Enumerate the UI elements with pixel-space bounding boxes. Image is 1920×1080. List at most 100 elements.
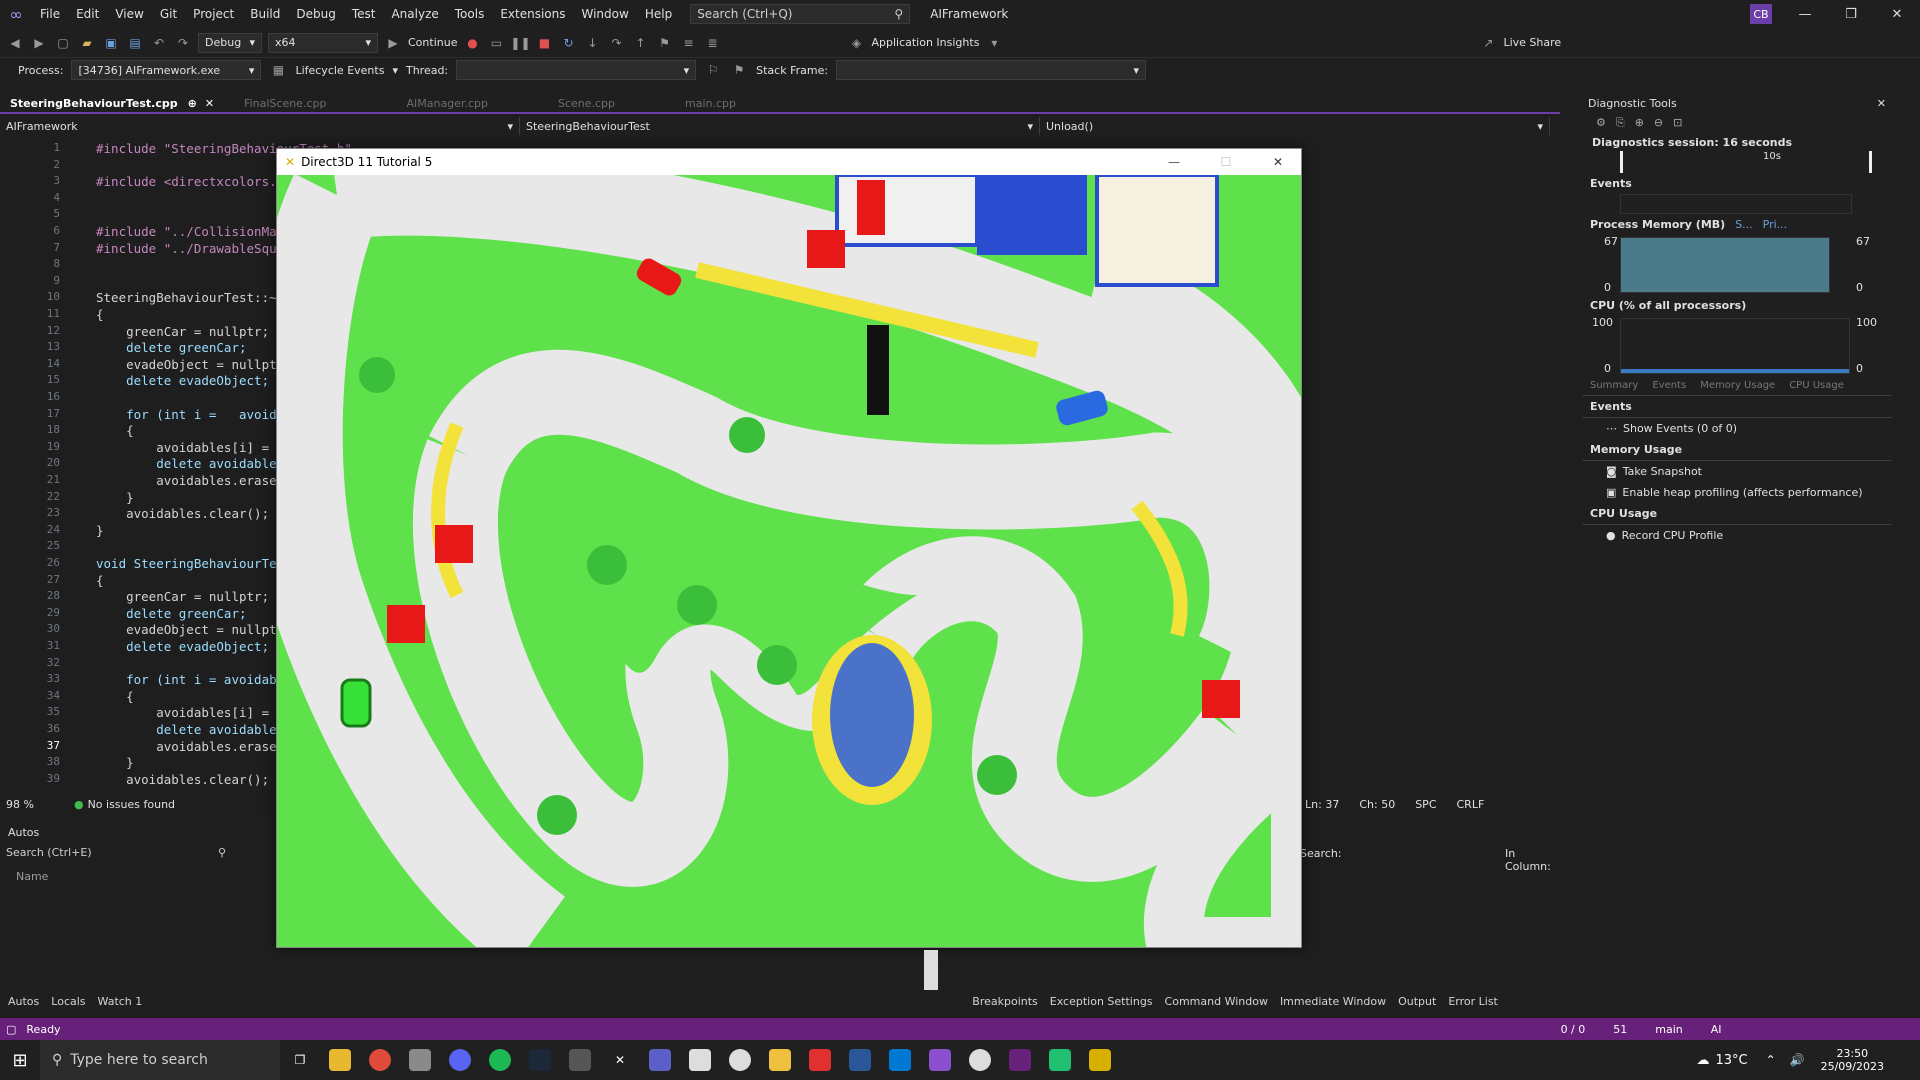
restore-icon[interactable]: ❐	[1828, 0, 1874, 28]
close-icon[interactable]: ✕	[1877, 97, 1886, 110]
comment-icon[interactable]: ≡	[679, 34, 697, 52]
visual-studio-icon[interactable]	[1000, 1040, 1040, 1080]
game-window-titlebar[interactable]: ✕ Direct3D 11 Tutorial 5 — ☐ ✕	[277, 149, 1301, 175]
step-into-icon[interactable]: ↓	[583, 34, 601, 52]
chrome-icon[interactable]	[360, 1040, 400, 1080]
tab-finalscene[interactable]: FinalScene.cpp	[234, 93, 336, 113]
code-line[interactable]: {	[96, 573, 104, 588]
app-icon[interactable]	[400, 1040, 440, 1080]
taskbar-search[interactable]: ⚲ Type here to search	[40, 1040, 280, 1080]
play-icon[interactable]: ▶	[384, 34, 402, 52]
line-ending[interactable]: CRLF	[1457, 798, 1485, 811]
task-view-icon[interactable]: ❐	[280, 1040, 320, 1080]
code-line[interactable]: }	[96, 523, 104, 538]
project-dropdown[interactable]: AIFramework ▾	[0, 117, 520, 135]
search-box[interactable]: Search (Ctrl+Q) ⚲	[690, 4, 911, 24]
undo-icon[interactable]: ↶	[150, 34, 168, 52]
forward-icon[interactable]: ▶	[30, 34, 48, 52]
code-line[interactable]: evadeObject = nullpt	[96, 357, 277, 372]
code-line[interactable]: }	[96, 490, 134, 505]
fire-icon[interactable]: ●	[463, 34, 481, 52]
diag-timeline[interactable]: 10s	[1620, 151, 1872, 173]
reset-zoom-icon[interactable]: ⊡	[1673, 116, 1682, 130]
save-icon[interactable]: ▣	[102, 34, 120, 52]
app-insights-button[interactable]: Application Insights	[871, 36, 979, 49]
show-events-button[interactable]: ⋯ Show Events (0 of 0)	[1582, 418, 1892, 439]
zoom-out-icon[interactable]: ⊖	[1654, 116, 1663, 130]
filter-icon[interactable]: ⚐	[704, 61, 722, 79]
name-column-header[interactable]: Name	[16, 870, 48, 883]
back-icon[interactable]: ◀	[6, 34, 24, 52]
tab-immediate-window[interactable]: Immediate Window	[1280, 995, 1386, 1008]
menu-analyze[interactable]: Analyze	[383, 7, 446, 21]
member-dropdown[interactable]: Unload() ▾	[1040, 117, 1550, 135]
tab-events[interactable]: Events	[1652, 380, 1686, 391]
gear-icon[interactable]: ⚙	[1596, 116, 1606, 130]
app-purple-icon[interactable]	[920, 1040, 960, 1080]
code-line[interactable]: avoidables.erase	[96, 473, 276, 488]
minimize-icon[interactable]: —	[1151, 155, 1197, 169]
weather-icon[interactable]: ☁	[1696, 1053, 1709, 1068]
code-line[interactable]: for (int i = avoida	[96, 407, 284, 422]
menu-edit[interactable]: Edit	[68, 7, 107, 21]
tab-breakpoints[interactable]: Breakpoints	[972, 995, 1038, 1008]
pin-icon[interactable]: ⊕	[188, 97, 197, 110]
tab-command-window[interactable]: Command Window	[1165, 995, 1268, 1008]
tab-cpu-usage[interactable]: CPU Usage	[1789, 380, 1844, 391]
tab-memory-usage[interactable]: Memory Usage	[1700, 380, 1775, 391]
menu-project[interactable]: Project	[185, 7, 242, 21]
race-track-canvas[interactable]	[277, 175, 1301, 947]
menu-debug[interactable]: Debug	[288, 7, 343, 21]
live-share-icon[interactable]: ↗	[1479, 34, 1497, 52]
menu-extensions[interactable]: Extensions	[492, 7, 573, 21]
heap-profiling-button[interactable]: ▣ Enable heap profiling (affects performa…	[1582, 482, 1892, 503]
code-line[interactable]: delete avoidable	[96, 456, 276, 471]
tab-watch[interactable]: Watch 1	[98, 995, 143, 1008]
tray-chevron-icon[interactable]: ⌃	[1766, 1053, 1776, 1067]
tab-error-list[interactable]: Error List	[1448, 995, 1498, 1008]
code-line[interactable]: {	[96, 307, 104, 322]
menu-window[interactable]: Window	[574, 7, 637, 21]
code-line[interactable]: #include "../CollisionMa	[96, 224, 277, 239]
calculator-icon[interactable]	[560, 1040, 600, 1080]
unity-icon[interactable]	[680, 1040, 720, 1080]
menu-test[interactable]: Test	[344, 7, 384, 21]
resize-handle[interactable]	[924, 950, 938, 990]
continue-button[interactable]: Continue	[408, 36, 457, 49]
process-dropdown[interactable]: [34736] AIFramework.exe ▾	[71, 60, 262, 80]
close-icon[interactable]: ✕	[1255, 155, 1301, 169]
menu-tools[interactable]: Tools	[447, 7, 493, 21]
code-line[interactable]: avoidables.clear();	[96, 506, 269, 521]
menu-file[interactable]: File	[32, 7, 68, 21]
issues-status[interactable]: No issues found	[88, 798, 175, 811]
code-line[interactable]: greenCar = nullptr;	[96, 324, 269, 339]
code-line[interactable]: #include <directxcolors.	[96, 174, 277, 189]
close-icon[interactable]: ✕	[205, 97, 214, 110]
volume-icon[interactable]: 🔊	[1790, 1053, 1805, 1067]
save-all-icon[interactable]: ▤	[126, 34, 144, 52]
autos-search-input[interactable]: Search (Ctrl+E) ⚲	[6, 846, 226, 864]
code-line[interactable]: SteeringBehaviourTest::~	[96, 290, 277, 305]
config-dropdown[interactable]: Debug ▾	[198, 32, 262, 53]
code-line[interactable]: greenCar = nullptr;	[96, 589, 269, 604]
word-icon[interactable]	[840, 1040, 880, 1080]
code-line[interactable]: {	[96, 423, 134, 438]
minimize-icon[interactable]: —	[1782, 0, 1828, 28]
user-avatar[interactable]: CB	[1750, 4, 1772, 24]
menu-build[interactable]: Build	[242, 7, 288, 21]
scope-dropdown[interactable]: SteeringBehaviourTest ▾	[520, 117, 1040, 135]
menu-view[interactable]: View	[107, 7, 151, 21]
open-icon[interactable]: ▰	[78, 34, 96, 52]
steam-icon[interactable]	[520, 1040, 560, 1080]
menu-git[interactable]: Git	[152, 7, 185, 21]
clock[interactable]: 23:50 25/09/2023	[1821, 1047, 1884, 1073]
branch-name[interactable]: main	[1655, 1023, 1682, 1036]
redo-icon[interactable]: ↷	[174, 34, 192, 52]
platform-dropdown[interactable]: x64 ▾	[268, 32, 378, 53]
cpu-heading[interactable]: CPU (% of all processors)	[1582, 295, 1892, 316]
pause-icon[interactable]: ❚❚	[510, 34, 530, 52]
code-line[interactable]: delete greenCar;	[96, 606, 246, 621]
events-heading[interactable]: Events	[1582, 173, 1892, 194]
stack-frame-dropdown[interactable]: ▾	[836, 60, 1147, 80]
zoom-in-icon[interactable]: ⊕	[1635, 116, 1644, 130]
